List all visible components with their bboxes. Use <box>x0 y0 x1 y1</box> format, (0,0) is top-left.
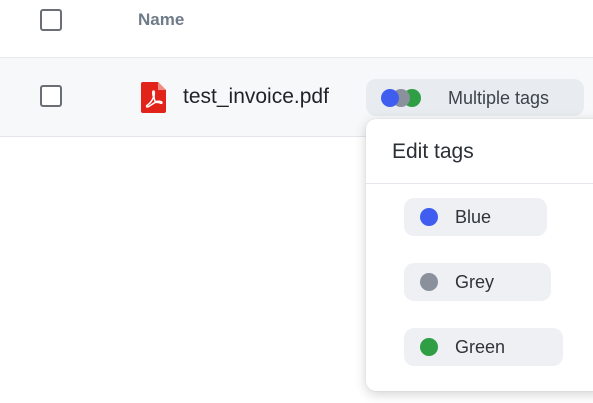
tag-option-label: Green <box>455 337 506 357</box>
tag-option-blue[interactable]: Blue <box>404 198 547 236</box>
tag-dots-stack <box>381 89 433 107</box>
column-header-name[interactable]: Name <box>138 10 184 30</box>
tags-button-label: Multiple tags <box>448 88 550 108</box>
file-list-page: Name test_invoice.pdf Multiple tags Edit… <box>0 0 593 403</box>
edit-tags-popover: Edit tags Blue Grey Green <box>366 119 593 391</box>
popover-divider <box>366 183 593 184</box>
popover-title: Edit tags <box>392 140 474 163</box>
tags-button[interactable]: Multiple tags <box>366 79 584 116</box>
tag-option-label: Grey <box>455 272 495 292</box>
pdf-file-icon <box>141 82 166 113</box>
row-select-checkbox[interactable] <box>40 85 62 107</box>
grey-dot-icon <box>420 273 438 291</box>
file-name[interactable]: test_invoice.pdf <box>183 85 329 109</box>
blue-dot-icon <box>420 208 438 226</box>
tag-option-label: Blue <box>455 207 492 227</box>
select-all-checkbox[interactable] <box>40 9 62 31</box>
blue-dot-icon <box>381 89 399 107</box>
tag-option-grey[interactable]: Grey <box>404 263 551 301</box>
green-dot-icon <box>420 338 438 356</box>
tag-option-green[interactable]: Green <box>404 328 563 366</box>
table-header: Name <box>0 0 593 58</box>
